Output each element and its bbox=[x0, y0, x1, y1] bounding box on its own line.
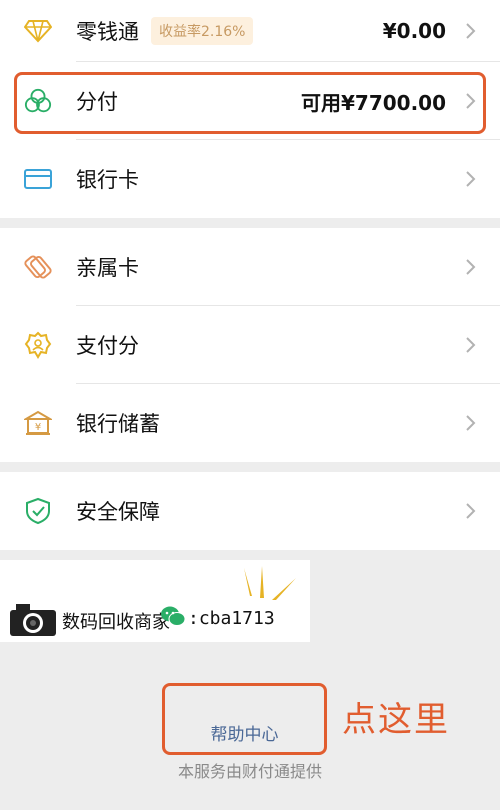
diamond-icon bbox=[24, 17, 52, 45]
watermark-wechat-id: :cba1713 bbox=[188, 608, 275, 629]
yield-badge: 收益率2.16% bbox=[151, 17, 254, 45]
security-row[interactable]: 安全保障 bbox=[0, 472, 500, 550]
bank-card-icon bbox=[24, 165, 52, 193]
fenfu-circles-icon bbox=[24, 87, 52, 115]
chevron-right-icon bbox=[466, 415, 476, 431]
watermark-text: 数码回收商家 bbox=[62, 612, 170, 633]
watermark: 数码回收商家 :cba1713 bbox=[0, 560, 310, 642]
fenfu-row[interactable]: 分付 可用¥7700.00 bbox=[0, 62, 500, 140]
help-center-link[interactable]: 帮助中心 bbox=[165, 720, 324, 745]
wechat-icon bbox=[161, 606, 186, 626]
chevron-right-icon bbox=[466, 93, 476, 109]
provider-note: 本服务由财付通提供 bbox=[177, 762, 322, 781]
lingqiantong-balance: ¥0.00 bbox=[382, 19, 446, 43]
bank-savings-icon: ¥ bbox=[24, 409, 52, 437]
fenfu-label: 分付 bbox=[76, 90, 118, 114]
click-here-annotation: 点这里 bbox=[342, 700, 450, 740]
chevron-right-icon bbox=[466, 503, 476, 519]
family-card-label: 亲属卡 bbox=[76, 256, 139, 280]
payscore-badge-icon bbox=[24, 331, 52, 359]
shield-icon bbox=[24, 497, 52, 525]
services-group: 亲属卡 支付分 ¥ 银行储蓄 bbox=[0, 228, 500, 462]
lingqiantong-row[interactable]: 零钱通 收益率2.16% ¥0.00 bbox=[0, 0, 500, 62]
chevron-right-icon bbox=[466, 23, 476, 39]
camera-icon bbox=[10, 604, 56, 636]
chevron-right-icon bbox=[466, 259, 476, 275]
bank-savings-label: 银行储蓄 bbox=[76, 412, 160, 436]
help-center-highlight-box: 帮助中心 bbox=[162, 683, 327, 755]
chevron-right-icon bbox=[466, 171, 476, 187]
family-card-icon bbox=[24, 253, 52, 281]
payscore-label: 支付分 bbox=[76, 334, 139, 358]
chevron-right-icon bbox=[466, 337, 476, 353]
security-label: 安全保障 bbox=[76, 500, 160, 524]
svg-text:¥: ¥ bbox=[35, 422, 41, 433]
family-card-row[interactable]: 亲属卡 bbox=[0, 228, 500, 306]
bank-savings-row[interactable]: ¥ 银行储蓄 bbox=[0, 384, 500, 462]
bank-card-row[interactable]: 银行卡 bbox=[0, 140, 500, 218]
section-gap bbox=[0, 462, 500, 472]
lingqiantong-label: 零钱通 bbox=[76, 20, 139, 44]
section-gap bbox=[0, 218, 500, 228]
fenfu-available-credit: 可用¥7700.00 bbox=[300, 90, 446, 115]
sparkle-icon bbox=[244, 566, 296, 600]
bank-card-label: 银行卡 bbox=[76, 168, 139, 192]
wallet-group: 零钱通 收益率2.16% ¥0.00 分付 可用¥7700.00 银行卡 bbox=[0, 0, 500, 218]
payscore-row[interactable]: 支付分 bbox=[0, 306, 500, 384]
security-group: 安全保障 bbox=[0, 472, 500, 550]
